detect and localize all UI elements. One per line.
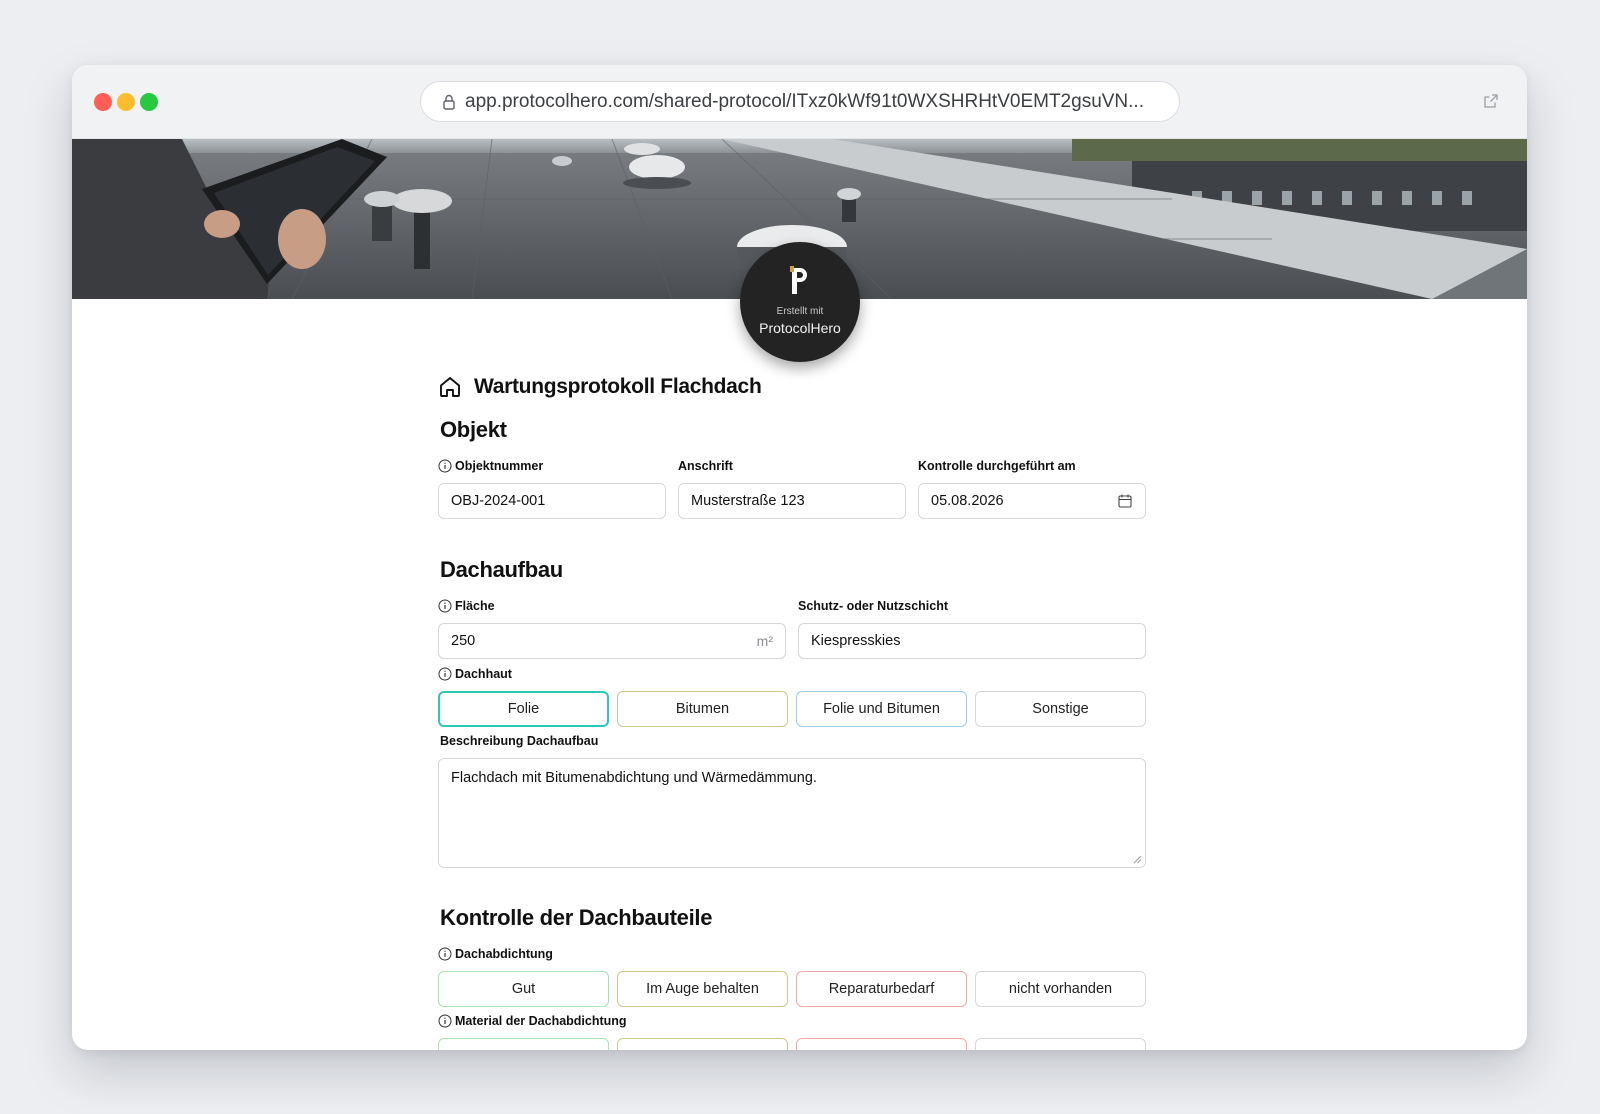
resize-handle-icon[interactable]: [1133, 855, 1142, 864]
schutz-value: Kiespresskies: [811, 633, 901, 649]
objektnummer-field[interactable]: OBJ-2024-001: [438, 483, 666, 519]
close-window-button[interactable]: [94, 93, 112, 111]
maximize-window-button[interactable]: [140, 93, 158, 111]
lock-icon: [443, 94, 455, 110]
schutz-field[interactable]: Kiespresskies: [798, 623, 1146, 659]
window-controls: [94, 93, 158, 111]
objektnummer-label-text: Objektnummer: [455, 459, 544, 473]
page-title-text: Wartungsprotokoll Flachdach: [474, 375, 762, 398]
url-text: app.protocolhero.com/shared-protocol/ITx…: [465, 90, 1144, 112]
home-icon: [440, 377, 460, 397]
dachhaut-option-sonstige[interactable]: Sonstige: [975, 691, 1146, 727]
dachabdichtung-label-text: Dachabdichtung: [455, 947, 553, 961]
protocolhero-badge[interactable]: Erstellt mit ProtocolHero: [740, 242, 860, 362]
info-icon[interactable]: [438, 599, 452, 613]
schutz-label: Schutz- oder Nutzschicht: [798, 599, 949, 613]
dachabdichtung-option-reparaturbedarf[interactable]: Reparaturbedarf: [796, 971, 967, 1007]
external-link-icon[interactable]: [1483, 93, 1499, 109]
calendar-icon[interactable]: [1117, 493, 1133, 509]
badge-brand: ProtocolHero: [759, 320, 841, 336]
browser-window: app.protocolhero.com/shared-protocol/ITx…: [72, 65, 1527, 1050]
dachabdichtung-option-gut[interactable]: Gut: [438, 971, 609, 1007]
dachhaut-label: Dachhaut: [438, 667, 512, 681]
flaeche-field[interactable]: 250 m²: [438, 623, 786, 659]
objektnummer-value: OBJ-2024-001: [451, 493, 546, 509]
kontrolle-date-value: 05.08.2026: [931, 493, 1004, 509]
badge-subtitle: Erstellt mit: [776, 306, 824, 317]
beschreibung-textarea[interactable]: Flachdach mit Bitumenabdichtung und Wärm…: [438, 758, 1146, 868]
dachhaut-option-folie-und-bitumen[interactable]: Folie und Bitumen: [796, 691, 967, 727]
kontrolle-date-field[interactable]: 05.08.2026: [918, 483, 1146, 519]
material-option-2[interactable]: [617, 1038, 788, 1050]
material-option-1[interactable]: [438, 1038, 609, 1050]
protocolhero-logo-icon: [790, 266, 807, 294]
anschrift-label: Anschrift: [678, 459, 733, 473]
flaeche-value: 250: [451, 633, 476, 649]
info-icon[interactable]: [438, 1014, 452, 1028]
material-option-3[interactable]: [796, 1038, 967, 1050]
flaeche-label: Fläche: [438, 599, 495, 613]
material-option-4[interactable]: [975, 1038, 1146, 1050]
section-heading-kontrolle: Kontrolle der Dachbauteile: [440, 905, 713, 930]
material-label-text: Material der Dachabdichtung: [455, 1014, 627, 1028]
dachhaut-option-bitumen[interactable]: Bitumen: [617, 691, 788, 727]
minimize-window-button[interactable]: [117, 93, 135, 111]
flaeche-unit: m²: [756, 633, 773, 649]
anschrift-value: Musterstraße 123: [691, 493, 805, 509]
info-icon[interactable]: [438, 459, 452, 473]
beschreibung-label: Beschreibung Dachaufbau: [440, 734, 599, 748]
info-icon[interactable]: [438, 667, 452, 681]
page-title: Wartungsprotokoll Flachdach: [438, 375, 762, 399]
kontrolle-date-label: Kontrolle durchgeführt am: [918, 459, 1076, 473]
address-bar[interactable]: app.protocolhero.com/shared-protocol/ITx…: [420, 81, 1180, 122]
section-heading-dachaufbau: Dachaufbau: [440, 557, 563, 582]
dachabdichtung-option-im-auge-behalten[interactable]: Im Auge behalten: [617, 971, 788, 1007]
dachabdichtung-option-nicht-vorhanden[interactable]: nicht vorhanden: [975, 971, 1146, 1007]
dachhaut-label-text: Dachhaut: [455, 667, 512, 681]
browser-titlebar: app.protocolhero.com/shared-protocol/ITx…: [72, 65, 1527, 139]
dachabdichtung-label: Dachabdichtung: [438, 947, 553, 961]
beschreibung-value: Flachdach mit Bitumenabdichtung und Wärm…: [451, 770, 817, 786]
dachhaut-option-folie[interactable]: Folie: [438, 691, 609, 727]
objektnummer-label: Objektnummer: [438, 459, 543, 473]
anschrift-field[interactable]: Musterstraße 123: [678, 483, 906, 519]
section-heading-objekt: Objekt: [440, 417, 507, 442]
flaeche-label-text: Fläche: [455, 599, 495, 613]
info-icon[interactable]: [438, 947, 452, 961]
material-label: Material der Dachabdichtung: [438, 1014, 627, 1028]
